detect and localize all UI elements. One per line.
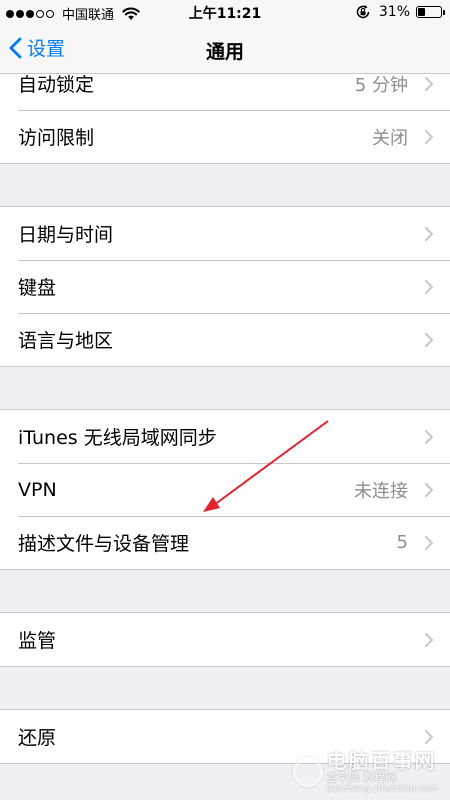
chevron-right-icon	[425, 729, 433, 744]
row-value: 5	[396, 532, 408, 553]
settings-group-locale: 日期与时间 键盘 语言与地区	[0, 206, 450, 367]
row-itunes-wifi-sync[interactable]: iTunes 无线局域网同步	[0, 410, 450, 463]
row-date-time[interactable]: 日期与时间	[0, 207, 450, 260]
row-language-region[interactable]: 语言与地区	[0, 313, 450, 366]
settings-list: 自动锁定 5 分钟 访问限制 关闭 日期与时间 键盘 语言与地区 iTunes …	[0, 56, 450, 764]
row-supervision[interactable]: 监管	[0, 613, 450, 666]
row-value: 关闭	[372, 127, 408, 149]
page-title: 通用	[205, 41, 244, 63]
battery-percentage: 31%	[378, 4, 410, 20]
watermark: 电脑百事网 查字典 教程网 jiaocheng.chazidian.com	[292, 750, 438, 794]
watermark-logo-icon	[292, 757, 323, 787]
row-label: iTunes 无线局域网同步	[18, 427, 217, 449]
row-profiles-device-management[interactable]: 描述文件与设备管理 5	[0, 516, 450, 569]
settings-group-supervision: 监管	[0, 612, 450, 667]
row-value: 未连接	[354, 480, 408, 502]
chevron-right-icon	[425, 332, 433, 347]
chevron-right-icon	[425, 129, 433, 144]
chevron-right-icon	[425, 535, 433, 550]
chevron-right-icon	[425, 482, 433, 497]
watermark-subtitle: 查字典 教程网	[326, 771, 397, 784]
battery-icon	[416, 6, 445, 18]
row-label: VPN	[18, 478, 57, 501]
row-vpn[interactable]: VPN 未连接	[0, 463, 450, 516]
navigation-bar: 设置 通用	[0, 26, 450, 74]
row-value: 5 分钟	[354, 74, 408, 96]
chevron-right-icon	[425, 226, 433, 241]
chevron-right-icon	[425, 279, 433, 294]
rotation-lock-icon	[356, 5, 370, 19]
status-bar: 中国联通 上午11:21 31%	[0, 0, 450, 26]
row-label: 语言与地区	[18, 330, 114, 352]
row-label: 自动锁定	[18, 74, 95, 96]
row-label: 描述文件与设备管理	[18, 533, 190, 555]
settings-group-network: iTunes 无线局域网同步 VPN 未连接 描述文件与设备管理 5	[0, 409, 450, 570]
row-label: 访问限制	[18, 127, 95, 149]
row-label: 监管	[18, 630, 57, 652]
watermark-title: 电脑百事网	[326, 749, 437, 773]
status-right: 31%	[355, 4, 445, 20]
chevron-right-icon	[425, 429, 433, 444]
watermark-url: jiaocheng.chazidian.com	[326, 784, 438, 794]
chevron-right-icon	[425, 76, 433, 91]
row-label: 日期与时间	[18, 224, 114, 246]
row-restrictions[interactable]: 访问限制 关闭	[0, 110, 450, 163]
chevron-right-icon	[425, 632, 433, 647]
row-keyboard[interactable]: 键盘	[0, 260, 450, 313]
row-label: 键盘	[18, 277, 57, 299]
row-label: 还原	[18, 727, 57, 749]
battery-fill	[418, 8, 425, 16]
watermark-text: 电脑百事网 查字典 教程网 jiaocheng.chazidian.com	[327, 750, 438, 794]
screen: 中国联通 上午11:21 31% 设置 通用 自动锁定 5 分钟 访问限制 关闭…	[0, 0, 450, 800]
